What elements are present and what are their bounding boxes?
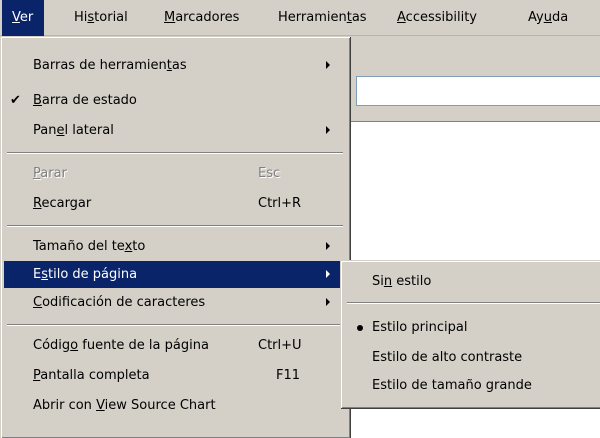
menu-separator — [7, 225, 343, 227]
menu-item-tamano-grande[interactable]: Estilo de tamaño grande — [344, 372, 600, 399]
menu-label: da — [551, 10, 569, 25]
ver-menu: Barras de herramientas ✔ Barra de estado… — [0, 36, 350, 438]
item-label: Pantalla completa — [33, 368, 150, 383]
menu-item-estilo-principal[interactable]: Estilo principal — [344, 314, 600, 341]
menu-label: Hi — [74, 10, 88, 25]
check-icon: ✔ — [10, 93, 21, 108]
menu-ver[interactable]: Ver — [2, 0, 44, 36]
menu-item-tamano-texto[interactable]: Tamaño del texto — [4, 233, 346, 260]
menu-label: ccessibility — [405, 10, 478, 25]
mnemonic: M — [164, 10, 176, 25]
menu-herramientas[interactable]: Herramientas — [278, 0, 367, 36]
item-label: Estilo de alto contraste — [372, 350, 523, 365]
item-label: Panel lateral — [33, 123, 114, 138]
menu-item-panel-lateral[interactable]: Panel lateral — [4, 117, 346, 144]
item-shortcut: Esc — [258, 166, 281, 181]
submenu-arrow-icon — [326, 61, 330, 69]
menu-separator — [347, 302, 600, 304]
mnemonic: A — [397, 10, 406, 25]
menu-item-codigo-fuente[interactable]: Código fuente de la página Ctrl+U — [4, 332, 346, 359]
item-label: Código fuente de la página — [33, 338, 209, 353]
menu-item-view-source-chart[interactable]: Abrir con View Source Chart — [4, 392, 346, 419]
item-label: Estilo de tamaño grande — [372, 378, 532, 393]
menu-label: er — [19, 10, 34, 25]
menu-item-parar: Parar Esc — [4, 160, 346, 187]
menu-ayuda[interactable]: Ayuda — [528, 0, 568, 36]
menu-item-sin-estilo[interactable]: Sin estilo — [344, 268, 600, 295]
menubar: Ver Historial Marcadores Herramientas Ac… — [0, 0, 600, 36]
item-label: Estilo de página — [33, 267, 138, 282]
item-shortcut: F11 — [276, 368, 301, 383]
mnemonic: V — [12, 10, 20, 25]
menu-label: as — [351, 10, 367, 25]
menu-label: arcadores — [175, 10, 240, 25]
item-shortcut: Ctrl+U — [258, 338, 302, 353]
menu-item-alto-contraste[interactable]: Estilo de alto contraste — [344, 344, 600, 371]
submenu-arrow-icon — [326, 126, 330, 134]
menu-label: torial — [94, 10, 128, 25]
item-label: Sin estilo — [372, 274, 432, 289]
menu-accessibility[interactable]: Accessibility — [397, 0, 477, 36]
address-field[interactable] — [356, 76, 600, 106]
item-label: Estilo principal — [372, 320, 468, 335]
item-label: Codificación de caracteres — [33, 295, 206, 310]
submenu-arrow-icon — [326, 242, 330, 250]
menu-item-barra-estado[interactable]: ✔ Barra de estado — [4, 87, 346, 114]
menu-separator — [7, 152, 343, 154]
menu-label: Herramien — [278, 10, 347, 25]
menu-item-recargar[interactable]: Recargar Ctrl+R — [4, 190, 346, 217]
radio-bullet-icon — [357, 325, 363, 331]
item-label: Parar — [33, 166, 67, 181]
item-label: Abrir con View Source Chart — [33, 398, 216, 413]
menu-separator — [7, 324, 343, 326]
item-label: Recargar — [33, 196, 92, 211]
item-label: Tamaño del texto — [33, 239, 146, 254]
menu-historial[interactable]: Historial — [74, 0, 128, 36]
menu-item-estilo-pagina[interactable]: Estilo de página — [4, 261, 346, 288]
item-label: Barras de herramientas — [33, 58, 187, 73]
item-shortcut: Ctrl+R — [258, 196, 302, 211]
menu-marcadores[interactable]: Marcadores — [164, 0, 239, 36]
item-label: Barra de estado — [33, 93, 137, 108]
menu-item-barras-herramientas[interactable]: Barras de herramientas — [4, 52, 346, 79]
submenu-arrow-icon — [326, 298, 330, 306]
estilo-submenu: Sin estilo Estilo principal Estilo de al… — [340, 260, 600, 408]
menu-item-pantalla-completa[interactable]: Pantalla completa F11 — [4, 362, 346, 389]
menu-item-codificacion[interactable]: Codificación de caracteres — [4, 289, 346, 316]
mnemonic: u — [543, 10, 552, 25]
menu-label: Ay — [528, 10, 544, 25]
submenu-arrow-icon — [326, 270, 330, 278]
